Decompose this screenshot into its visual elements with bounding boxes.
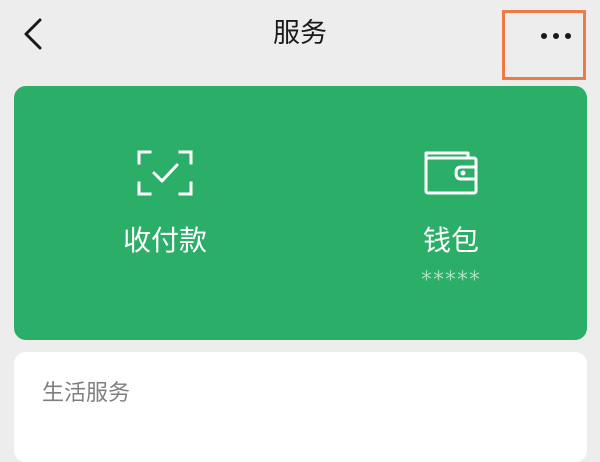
wallet-icon xyxy=(424,151,478,195)
more-button[interactable] xyxy=(502,10,586,80)
life-services-title: 生活服务 xyxy=(42,381,131,406)
life-services-section: 生活服务 xyxy=(14,352,587,462)
wallet-label: 钱包 xyxy=(422,224,479,257)
wallet-button[interactable]: 钱包 ***** xyxy=(351,86,551,340)
wallet-balance-masked: ***** xyxy=(421,268,481,293)
pay-receive-button[interactable]: 收付款 xyxy=(65,86,265,340)
more-horizontal-icon xyxy=(541,33,571,39)
scan-check-icon xyxy=(137,150,193,196)
pay-receive-label: 收付款 xyxy=(122,224,207,257)
services-card: 收付款 钱包 ***** xyxy=(14,86,587,340)
top-nav-bar: 服务 xyxy=(0,0,600,80)
